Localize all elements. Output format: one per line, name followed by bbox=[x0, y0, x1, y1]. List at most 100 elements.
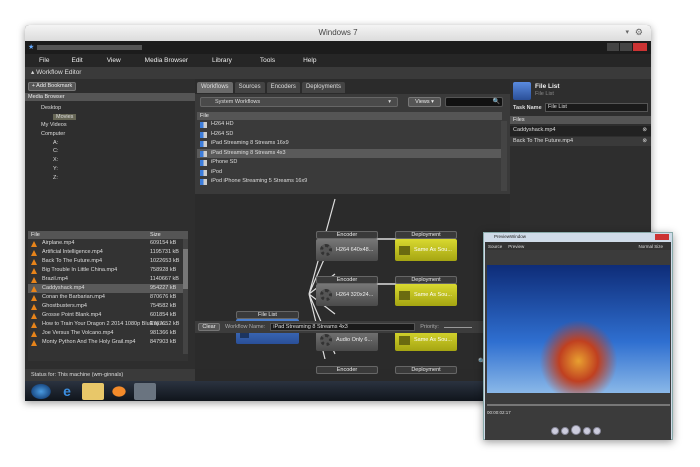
workflow-name: iPad Streaming 8 Streams 16x9 bbox=[211, 140, 289, 146]
deployment-node-title: Deployment bbox=[395, 366, 457, 374]
task-file-row[interactable]: Caddyshack.mp4 ⊗ bbox=[510, 126, 651, 136]
tree-item[interactable]: My Videos bbox=[25, 121, 195, 130]
file-row[interactable]: Ghostbusters.mp4 754582 kB bbox=[28, 302, 188, 311]
preview-close-button[interactable] bbox=[655, 234, 669, 240]
task-file-name: Caddyshack.mp4 bbox=[513, 127, 556, 133]
gear-icon bbox=[320, 334, 332, 346]
file-row[interactable]: Brazil.mp4 1140667 kB bbox=[28, 275, 188, 284]
source-button[interactable]: Source bbox=[488, 244, 502, 249]
file-row[interactable]: Grosse Point Blank.mp4 601854 kB bbox=[28, 311, 188, 320]
file-scrollbar[interactable] bbox=[183, 239, 188, 354]
file-explorer-icon[interactable] bbox=[82, 382, 104, 400]
menu-edit[interactable]: Edit bbox=[71, 57, 82, 64]
deployment-node[interactable]: Deployment bbox=[395, 366, 457, 374]
rewind-button[interactable] bbox=[561, 427, 569, 435]
file-row[interactable]: Big Trouble In Little China.mp4 758928 kB bbox=[28, 266, 188, 275]
workflow-scrollbar[interactable] bbox=[501, 121, 507, 191]
tree-item[interactable]: Z: bbox=[25, 174, 195, 183]
size-dropdown[interactable]: Normal Size bbox=[638, 244, 663, 249]
vlc-cone-icon bbox=[31, 268, 37, 274]
play-button[interactable] bbox=[571, 425, 581, 435]
task-name-input[interactable]: File List bbox=[545, 103, 648, 112]
tree-item[interactable]: Y: bbox=[25, 165, 195, 174]
add-bookmark-button[interactable]: + Add Bookmark bbox=[28, 82, 76, 91]
app-taskbar-icon[interactable] bbox=[134, 382, 156, 400]
tree-item[interactable]: Movies bbox=[25, 113, 195, 122]
app-icon: ★ bbox=[28, 44, 35, 51]
file-row[interactable]: How to Train Your Dragon 2 2014 1080p Bl… bbox=[28, 320, 188, 329]
menu-view[interactable]: View bbox=[107, 57, 121, 64]
file-name: Brazil.mp4 bbox=[42, 276, 68, 282]
tab-workflows[interactable]: Workflows bbox=[197, 82, 233, 93]
priority-label: Priority: bbox=[420, 324, 439, 330]
file-row[interactable]: Joe Versus The Volcano.mp4 981366 kB bbox=[28, 329, 188, 338]
workflow-row[interactable]: H264 SD bbox=[197, 130, 502, 140]
close-button[interactable] bbox=[633, 43, 647, 51]
size-column-header[interactable]: Size bbox=[150, 231, 161, 239]
tab-encoders[interactable]: Encoders bbox=[266, 82, 300, 93]
step-back-button[interactable] bbox=[551, 427, 559, 435]
preview-button[interactable]: Preview bbox=[508, 244, 524, 249]
maximize-button[interactable] bbox=[620, 43, 632, 51]
encoder-node[interactable]: Encoder bbox=[316, 366, 378, 374]
timeline-scrubber[interactable] bbox=[487, 404, 670, 406]
search-input[interactable]: 🔍 bbox=[445, 97, 503, 107]
menu-bar: File Edit View Media Browser Library Too… bbox=[25, 54, 651, 67]
remove-icon[interactable]: ⊗ bbox=[642, 126, 647, 136]
file-list-icon bbox=[513, 82, 531, 100]
encoder-node[interactable]: Encoder H264 640x48... bbox=[316, 231, 378, 261]
workflow-editor-header[interactable]: ▴ Workflow Editor bbox=[25, 67, 651, 79]
file-row[interactable]: Back To The Future.mp4 1022653 kB bbox=[28, 257, 188, 266]
file-row[interactable]: Conan the Barbarian.mp4 870676 kB bbox=[28, 293, 188, 302]
tab-deployments[interactable]: Deployments bbox=[301, 82, 345, 93]
media-player-icon[interactable] bbox=[108, 382, 130, 400]
menu-file[interactable]: File bbox=[39, 57, 49, 64]
views-button[interactable]: Views ▾ bbox=[408, 97, 441, 107]
priority-slider[interactable] bbox=[443, 326, 472, 328]
file-column-header[interactable]: File bbox=[31, 232, 40, 238]
encoder-node[interactable]: Encoder H264 320x24... bbox=[316, 276, 378, 306]
workflow-row[interactable]: iPad Streaming 8 Streams 4x3 bbox=[197, 148, 502, 158]
task-file-row[interactable]: Back To The Future.mp4 ⊗ bbox=[510, 136, 651, 147]
remove-icon[interactable]: ⊗ bbox=[642, 137, 647, 147]
tree-item[interactable]: Desktop bbox=[25, 104, 195, 113]
window-title: Windows 7 bbox=[25, 25, 651, 41]
menu-help[interactable]: Help bbox=[303, 57, 316, 64]
tree-item[interactable]: Computer bbox=[25, 130, 195, 139]
file-row[interactable]: Caddyshack.mp4 954227 kB bbox=[28, 284, 188, 293]
start-button[interactable] bbox=[30, 382, 52, 400]
tree-item[interactable]: X: bbox=[25, 156, 195, 165]
step-forward-button[interactable] bbox=[593, 427, 601, 435]
menu-media-browser[interactable]: Media Browser bbox=[145, 57, 188, 64]
dropdown-value: System Workflows bbox=[215, 99, 261, 105]
workflow-row[interactable]: iPod bbox=[197, 168, 502, 178]
dropdown-icon[interactable]: ▾ bbox=[625, 28, 629, 36]
menu-tools[interactable]: Tools bbox=[260, 57, 275, 64]
file-row[interactable]: Artificial Intelligence.mp4 1195731 kB bbox=[28, 248, 188, 257]
workflow-set-dropdown[interactable]: System Workflows ▾ bbox=[200, 97, 398, 107]
tree-item[interactable]: A: bbox=[25, 139, 195, 148]
fast-forward-button[interactable] bbox=[583, 427, 591, 435]
workflow-row[interactable]: iPhone SD bbox=[197, 158, 502, 168]
file-row[interactable]: Monty Python And The Holy Grail.mp4 84790… bbox=[28, 338, 188, 347]
file-row[interactable]: Airplane.mp4 609154 kB bbox=[28, 239, 188, 248]
minimize-button[interactable] bbox=[607, 43, 619, 51]
internet-explorer-icon[interactable]: e bbox=[56, 383, 78, 400]
menu-library[interactable]: Library bbox=[212, 57, 232, 64]
workflow-row[interactable]: iPad Streaming 8 Streams 16x9 bbox=[197, 139, 502, 149]
gear-icon[interactable]: ⚙ bbox=[635, 27, 643, 38]
workflow-icon bbox=[200, 169, 207, 176]
workflow-name-input[interactable]: iPad Streaming 8 Streams 4x3 bbox=[270, 323, 416, 331]
deployment-node[interactable]: Deployment Same As Sou... bbox=[395, 231, 457, 261]
file-name: Back To The Future.mp4 bbox=[42, 258, 103, 264]
file-name: Caddyshack.mp4 bbox=[42, 285, 85, 291]
clear-button[interactable]: Clear bbox=[198, 323, 220, 331]
workflow-row[interactable]: iPod iPhone Streaming 5 Streams 16x9 bbox=[197, 177, 502, 187]
status-bar[interactable]: Status for: This machine (wm-ginnals) bbox=[25, 369, 195, 381]
workflow-icon bbox=[200, 131, 207, 138]
tree-item-label: X: bbox=[53, 157, 59, 164]
tree-item[interactable]: C: bbox=[25, 147, 195, 156]
deployment-node[interactable]: Deployment Same As Sou... bbox=[395, 276, 457, 306]
tab-sources[interactable]: Sources bbox=[234, 82, 265, 93]
workflow-row[interactable]: H264 HD bbox=[197, 120, 502, 130]
